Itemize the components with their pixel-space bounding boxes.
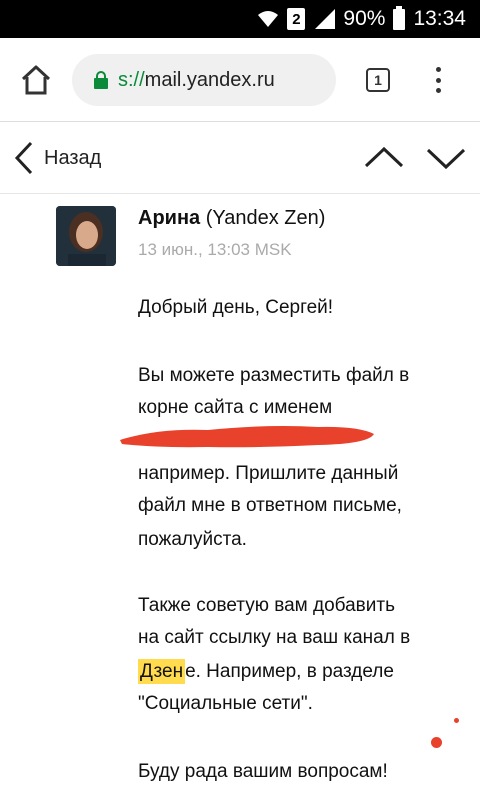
home-button[interactable]	[18, 62, 54, 98]
body-line: Вы можете разместить файл в	[138, 365, 410, 386]
sim-slot-indicator: 2	[287, 8, 306, 30]
sender-org: (Yandex Zen)	[200, 207, 326, 229]
redaction-scribble	[118, 418, 378, 452]
url-text: s://mail.yandex.ru	[118, 69, 275, 92]
greeting-line: Добрый день, Сергей!	[138, 297, 334, 318]
body-line: например. Пришлите данный	[138, 463, 399, 484]
chevron-left-icon	[14, 141, 33, 175]
address-bar[interactable]: s://mail.yandex.ru	[72, 54, 336, 106]
sender[interactable]: Арина (Yandex Zen)	[138, 207, 325, 230]
lock-icon	[94, 71, 108, 89]
next-message-button[interactable]	[426, 140, 466, 176]
mail-toolbar: Назад	[0, 122, 480, 194]
chevron-down-icon	[426, 148, 466, 170]
clock: 13:34	[413, 7, 466, 30]
back-button[interactable]: Назад	[14, 138, 101, 178]
body-line: Дзен е. Например, в разделе	[138, 656, 394, 688]
message-date: 13 июн., 13:03 MSK	[138, 240, 292, 259]
overflow-menu-icon[interactable]	[430, 64, 446, 96]
status-bar-icons: 2 90% 13:34	[257, 0, 466, 38]
chevron-up-icon	[364, 146, 404, 168]
body-line: на сайт ссылку на ваш канал в	[138, 627, 411, 648]
annotation-dot	[454, 718, 459, 723]
signal-icon	[313, 9, 336, 29]
browser-toolbar: s://mail.yandex.ru 1	[0, 38, 480, 122]
closing-line: Буду рада вашим вопросам!	[138, 761, 388, 782]
url-scheme: s://	[118, 68, 145, 91]
previous-message-button[interactable]	[364, 140, 404, 176]
sender-avatar[interactable]	[56, 206, 116, 266]
body-line: "Социальные сети".	[138, 693, 313, 714]
battery-percent: 90%	[343, 7, 386, 30]
battery-icon	[393, 5, 406, 30]
body-line: Также советую вам добавить	[138, 595, 395, 616]
body-line: файл мне в ответном письме,	[138, 495, 402, 516]
highlighted-word: Дзен	[138, 659, 186, 684]
tab-switcher-button[interactable]: 1	[366, 68, 390, 92]
home-icon	[21, 65, 51, 95]
status-bar: 2 90% 13:34	[0, 0, 480, 38]
body-line-rest: е. Например, в разделе	[185, 661, 394, 682]
url-host: mail.yandex.ru	[144, 68, 275, 91]
wifi-icon	[257, 9, 279, 29]
back-label: Назад	[44, 146, 102, 169]
sender-name: Арина	[138, 207, 201, 229]
body-line: пожалуйста.	[138, 529, 247, 550]
annotation-dot	[431, 737, 442, 748]
